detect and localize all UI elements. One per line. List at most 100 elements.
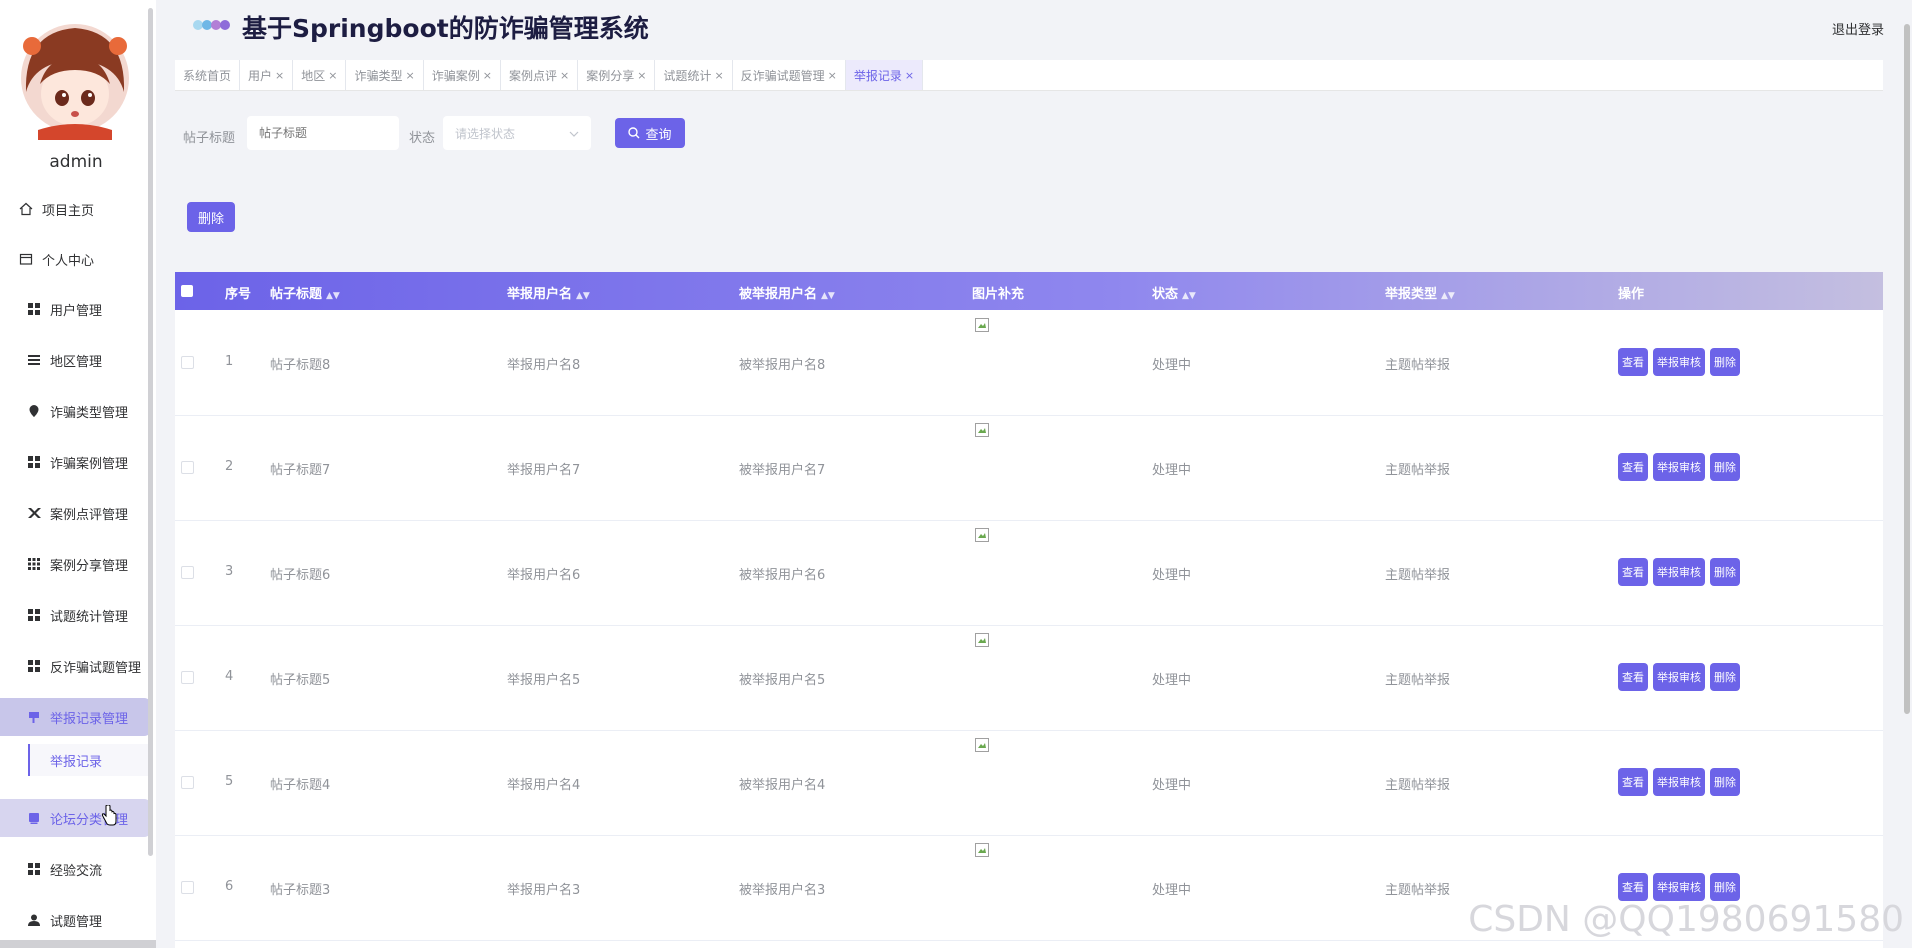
review-button[interactable]: 举报审核 [1653,453,1705,481]
view-button[interactable]: 查看 [1618,768,1648,796]
status-select[interactable]: 请选择状态 [443,116,591,150]
broken-image-icon[interactable] [975,633,989,647]
tab-report-records[interactable]: 举报记录 × [845,60,924,90]
close-icon[interactable]: × [560,69,569,82]
row-checkbox[interactable] [181,461,194,474]
sidebar-item-fraud-types[interactable]: 诈骗类型管理 [0,392,152,430]
close-icon[interactable]: × [905,69,914,82]
row-checkbox[interactable] [181,566,194,579]
sidebar-item-forum-categories[interactable]: 论坛分类管理 [0,799,152,837]
broken-image-icon[interactable] [975,423,989,437]
header-reporter-label: 举报用户名 [507,287,573,302]
delete-button[interactable]: 删除 [1710,558,1740,586]
delete-button[interactable]: 删除 [1710,663,1740,691]
row-checkbox[interactable] [181,881,194,894]
sort-icon[interactable]: ▲▼ [1441,291,1455,301]
tab-anti-fraud-quiz[interactable]: 反诈骗试题管理 × [733,60,846,90]
sidebar-subitem-report-records[interactable]: 举报记录 [28,744,150,776]
close-icon[interactable]: × [637,69,646,82]
logout-link[interactable]: 退出登录 [1832,19,1884,38]
close-icon[interactable]: × [714,69,723,82]
review-button[interactable]: 举报审核 [1653,558,1705,586]
main-scrollbar[interactable] [1904,24,1910,714]
tab-case-shares[interactable]: 案例分享 × [578,60,656,90]
header-title[interactable]: 帖子标题 ▲▼ [270,283,340,302]
sort-icon[interactable]: ▲▼ [821,291,835,301]
title-search-input[interactable] [247,116,399,150]
select-all-checkbox[interactable] [181,285,193,297]
view-button[interactable]: 查看 [1618,873,1648,901]
tab-users[interactable]: 用户 × [240,60,294,90]
tab-home[interactable]: 系统首页 [175,60,241,90]
delete-button[interactable]: 删除 [1710,453,1740,481]
header-reporter[interactable]: 举报用户名 ▲▼ [507,283,590,302]
header-type[interactable]: 举报类型 ▲▼ [1385,283,1455,302]
cell-reporter: 举报用户名4 [507,778,581,793]
sidebar-item-quiz-manage[interactable]: 试题管理 [0,901,152,939]
view-button[interactable]: 查看 [1618,663,1648,691]
close-icon[interactable]: × [406,69,415,82]
view-button[interactable]: 查看 [1618,348,1648,376]
tab-regions[interactable]: 地区 × [293,60,347,90]
close-icon[interactable]: × [483,69,492,82]
flag-icon [26,709,42,725]
cell-status: 处理中 [1152,463,1192,478]
sidebar-hscrollbar[interactable] [0,940,156,948]
sidebar-item-label: 案例分享管理 [50,558,129,574]
cell-reporter: 举报用户名7 [507,463,581,478]
broken-image-icon[interactable] [975,318,989,332]
sort-icon[interactable]: ▲▼ [326,291,340,301]
tab-label: 反诈骗试题管理 [740,68,825,83]
sidebar-item-experience[interactable]: 经验交流 [0,850,152,888]
sidebar-item-fraud-cases[interactable]: 诈骗案例管理 [0,443,152,481]
review-button[interactable]: 举报审核 [1653,873,1705,901]
cell-title: 帖子标题4 [270,778,331,793]
sidebar-item-case-reviews[interactable]: 案例点评管理 [0,494,152,532]
review-button[interactable]: 举报审核 [1653,768,1705,796]
sort-icon[interactable]: ▲▼ [576,291,590,301]
sidebar-item-regions[interactable]: 地区管理 [0,341,152,379]
delete-button[interactable]: 删除 [1710,348,1740,376]
avatar [21,24,129,140]
view-button[interactable]: 查看 [1618,558,1648,586]
close-icon[interactable]: × [828,69,837,82]
sidebar-item-users[interactable]: 用户管理 [0,290,152,328]
close-icon[interactable]: × [328,69,337,82]
cell-index: 1 [225,354,234,369]
row-checkbox[interactable] [181,356,194,369]
sidebar-scrollbar[interactable] [148,8,153,856]
sidebar-item-profile[interactable]: 个人中心 [0,240,152,278]
delete-button[interactable]: 删除 [1710,768,1740,796]
tab-case-reviews[interactable]: 案例点评 × [501,60,579,90]
broken-image-icon[interactable] [975,528,989,542]
tab-quiz-stats[interactable]: 试题统计 × [655,60,733,90]
view-button[interactable]: 查看 [1618,453,1648,481]
sidebar-item-home[interactable]: 项目主页 [0,190,152,228]
tab-fraud-types[interactable]: 诈骗类型 × [346,60,424,90]
header-reported[interactable]: 被举报用户名 ▲▼ [739,283,835,302]
delete-button[interactable]: 删除 [1710,873,1740,901]
search-form: 帖子标题 状态 请选择状态 查询 [175,116,1175,152]
review-button[interactable]: 举报审核 [1653,663,1705,691]
row-actions: 查看 举报审核 删除 [1618,348,1745,376]
sidebar-item-label: 举报记录管理 [50,711,129,727]
row-checkbox[interactable] [181,671,194,684]
broken-image-icon[interactable] [975,843,989,857]
query-button[interactable]: 查询 [615,118,685,148]
row-actions: 查看 举报审核 删除 [1618,558,1745,586]
batch-delete-button[interactable]: 删除 [187,202,235,232]
tab-fraud-cases[interactable]: 诈骗案例 × [424,60,501,90]
cell-reported: 被举报用户名5 [739,673,826,688]
sort-icon[interactable]: ▲▼ [1182,291,1196,301]
sidebar-item-case-shares[interactable]: 案例分享管理 [0,545,152,583]
review-button[interactable]: 举报审核 [1653,348,1705,376]
close-icon[interactable]: × [275,69,284,82]
row-checkbox[interactable] [181,776,194,789]
sidebar-item-anti-fraud-quiz[interactable]: 反诈骗试题管理 [0,647,152,685]
sidebar-item-quiz-stats[interactable]: 试题统计管理 [0,596,152,634]
cell-reporter: 举报用户名8 [507,358,581,373]
admin-username: admin [49,152,103,172]
sidebar-item-report-records[interactable]: 举报记录管理 [0,698,152,736]
broken-image-icon[interactable] [975,738,989,752]
header-status[interactable]: 状态 ▲▼ [1152,283,1196,302]
